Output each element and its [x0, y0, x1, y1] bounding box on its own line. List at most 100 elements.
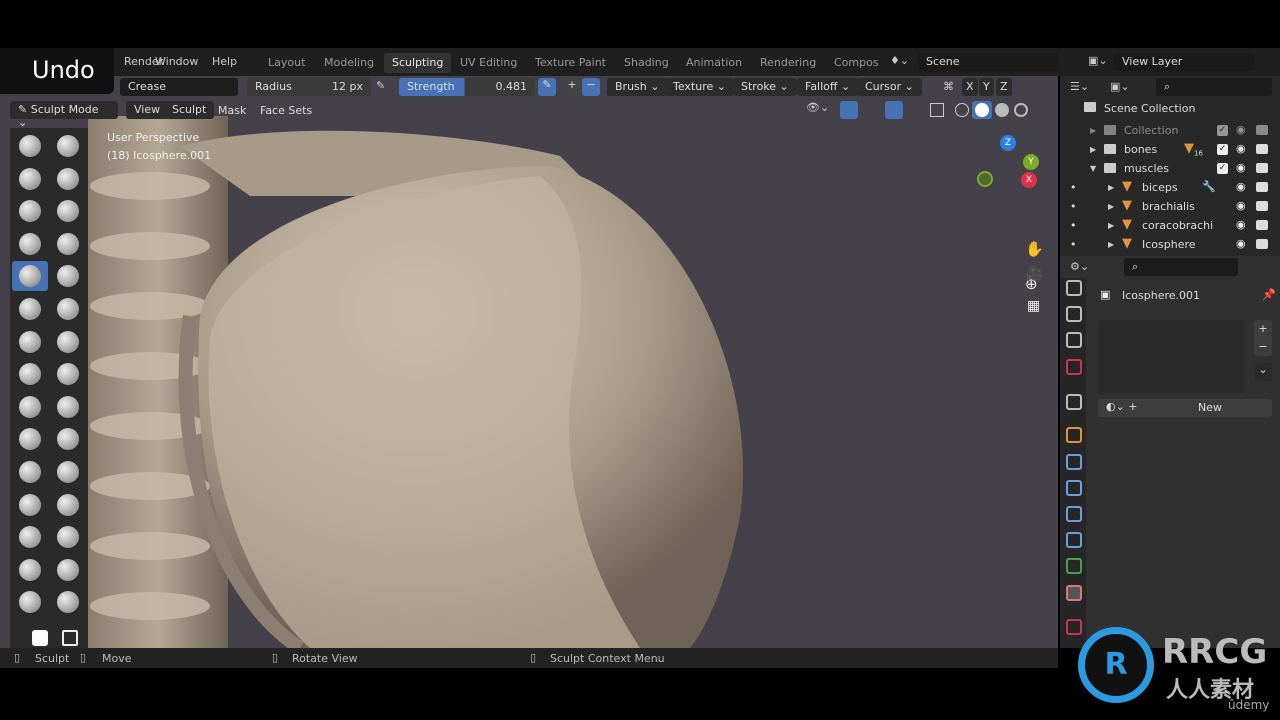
sculpt-brush-tool-icon[interactable] [50, 522, 86, 552]
add-direction-button[interactable]: + [563, 78, 581, 96]
expand-arrow-icon[interactable]: ▶ [1090, 126, 1096, 135]
sculpt-brush-tool-icon[interactable] [12, 555, 48, 585]
texture-dropdown[interactable]: Texture ⌄ [665, 78, 734, 96]
material-browse-icon[interactable]: ◐⌄ + [1106, 400, 1138, 413]
sculpt-brush-tool-icon[interactable] [50, 587, 86, 617]
tab-rendering[interactable]: Rendering [752, 53, 824, 73]
xray-toggle-icon[interactable] [930, 103, 944, 117]
sculpt-brush-tool-icon[interactable] [50, 229, 86, 259]
solid-shading-icon[interactable] [972, 101, 992, 119]
tab-shading[interactable]: Shading [616, 53, 677, 73]
sculpt-brush-tool-icon[interactable] [12, 392, 48, 422]
radius-field[interactable]: Radius 12 px [247, 78, 371, 96]
sculpt-brush-tool-icon[interactable] [12, 229, 48, 259]
face-sets-menu[interactable]: Face Sets [260, 104, 312, 117]
sculpt-brush-tool-icon[interactable] [12, 164, 48, 194]
menu-window[interactable]: Window [155, 55, 198, 68]
world-tab-icon[interactable] [1066, 359, 1082, 375]
wireframe-shading-icon[interactable] [955, 103, 969, 117]
sculpt-brush-tool-icon[interactable] [12, 522, 48, 552]
view-layer-field[interactable]: View Layer [1114, 53, 1254, 71]
sculpt-brush-tool-icon[interactable] [12, 587, 48, 617]
material-tab-icon[interactable] [1066, 585, 1082, 601]
sculpt-brush-tool-icon[interactable] [50, 392, 86, 422]
sculpt-brush-tool-icon[interactable] [50, 359, 86, 389]
collection-tab-icon[interactable] [1066, 394, 1082, 410]
properties-editor-type-icon[interactable]: ⚙⌄ [1070, 260, 1089, 273]
mask-menu[interactable]: Mask [218, 104, 246, 117]
outliner-row[interactable]: • ▶ ▼ Icosphere ◉ [1060, 235, 1280, 254]
brush-name-field[interactable]: Crease [120, 78, 238, 96]
scene-tab-icon[interactable] [1066, 332, 1082, 348]
tab-uv-editing[interactable]: UV Editing [452, 53, 525, 73]
stroke-dropdown[interactable]: Stroke ⌄ [733, 78, 797, 96]
scene-collection-row[interactable]: Scene Collection [1060, 102, 1280, 121]
sculpt-brush-tool-icon[interactable] [12, 359, 48, 389]
camera-render-icon[interactable] [1256, 125, 1268, 135]
exclude-checkbox[interactable]: ✓ [1217, 163, 1228, 174]
outliner-row[interactable]: • ▶ ▼ biceps 🔧 ◉ [1060, 178, 1280, 197]
scene-icon[interactable]: ♦⌄ [890, 54, 909, 67]
exclude-checkbox[interactable]: ✓ [1217, 125, 1228, 136]
slot-specials-dropdown[interactable]: ⌄ [1254, 363, 1272, 381]
expand-arrow-icon[interactable]: ▶ [1108, 240, 1114, 249]
gizmo-toggle-icon[interactable] [840, 101, 858, 119]
sculpt-brush-tool-icon[interactable] [12, 261, 48, 292]
eye-visibility-icon[interactable]: ◉ [1236, 218, 1246, 231]
eye-visibility-icon[interactable]: ◉ [1236, 161, 1246, 174]
outliner-search[interactable]: ⌕ [1156, 78, 1272, 96]
tab-modeling[interactable]: Modeling [316, 53, 382, 73]
properties-search[interactable]: ⌕ [1124, 258, 1238, 276]
view-layer-tab-icon[interactable] [1066, 306, 1082, 322]
camera-render-icon[interactable] [1256, 239, 1268, 249]
eye-visibility-icon[interactable]: ◉ [1236, 123, 1246, 136]
sculpt-brush-tool-icon[interactable] [50, 490, 86, 520]
tab-compositing[interactable]: Compos [826, 53, 887, 73]
expand-arrow-icon[interactable]: ▶ [1108, 183, 1114, 192]
sculpt-menu[interactable]: Sculpt [164, 101, 215, 119]
radius-pressure-icon[interactable]: ✎ [376, 79, 385, 92]
sculpt-brush-tool-icon[interactable] [50, 196, 86, 226]
sculpt-brush-tool-icon[interactable] [50, 327, 86, 357]
tab-texture-paint[interactable]: Texture Paint [527, 53, 614, 73]
mirror-x-toggle[interactable]: X [962, 78, 978, 96]
tab-sculpting[interactable]: Sculpting [384, 53, 452, 73]
sculpt-brush-tool-icon[interactable] [50, 457, 86, 487]
gizmo-y-axis[interactable]: Y [1023, 154, 1039, 170]
sculpt-brush-tool-icon[interactable] [50, 131, 86, 161]
eye-visibility-icon[interactable]: ◉ [1236, 142, 1246, 155]
scene-field[interactable]: Scene [918, 53, 1058, 71]
camera-view-icon[interactable]: 🎥 [1026, 266, 1043, 282]
strength-slider[interactable]: Strength 0.481 [399, 78, 535, 96]
outliner-row[interactable]: • ▶ ▼ brachialis ◉ [1060, 197, 1280, 216]
expand-arrow-icon[interactable]: ▶ [1108, 202, 1114, 211]
camera-render-icon[interactable] [1256, 144, 1268, 154]
expand-arrow-icon[interactable]: ▶ [1108, 221, 1114, 230]
output-tab-icon[interactable] [1066, 280, 1082, 296]
secondary-color-icon[interactable] [62, 630, 78, 646]
camera-render-icon[interactable] [1256, 182, 1268, 192]
outliner-row[interactable]: ▼ muscles ✓ ◉ [1060, 159, 1280, 178]
sculpt-brush-tool-icon[interactable] [12, 424, 48, 454]
exclude-checkbox[interactable]: ✓ [1217, 144, 1228, 155]
modifier-tab-icon[interactable] [1066, 454, 1082, 470]
material-slot-list[interactable] [1098, 320, 1244, 394]
material-shading-icon[interactable] [995, 103, 1009, 117]
sculpt-brush-tool-icon[interactable] [50, 261, 86, 291]
eye-visibility-icon[interactable]: ◉ [1236, 180, 1246, 193]
cursor-dropdown[interactable]: Cursor ⌄ [857, 78, 922, 96]
camera-render-icon[interactable] [1256, 201, 1268, 211]
eye-visibility-icon[interactable]: ◉ [1236, 199, 1246, 212]
mirror-z-toggle[interactable]: Z [996, 78, 1012, 96]
ortho-grid-icon[interactable]: ▦ [1027, 298, 1040, 314]
subtract-direction-button[interactable]: − [582, 78, 600, 96]
outliner-row[interactable]: ▶ bones ▼16 ✓ ◉ [1060, 140, 1280, 159]
sculpt-brush-tool-icon[interactable] [50, 555, 86, 585]
tab-animation[interactable]: Animation [678, 53, 750, 73]
visibility-icon[interactable]: 👁⌄ [806, 101, 829, 114]
camera-render-icon[interactable] [1256, 163, 1268, 173]
texture-tab-icon[interactable] [1066, 619, 1082, 635]
hand-pan-icon[interactable]: ✋ [1025, 240, 1044, 258]
strength-pressure-icon[interactable]: ✎ [538, 78, 556, 96]
sculpt-brush-tool-icon[interactable] [50, 294, 86, 324]
